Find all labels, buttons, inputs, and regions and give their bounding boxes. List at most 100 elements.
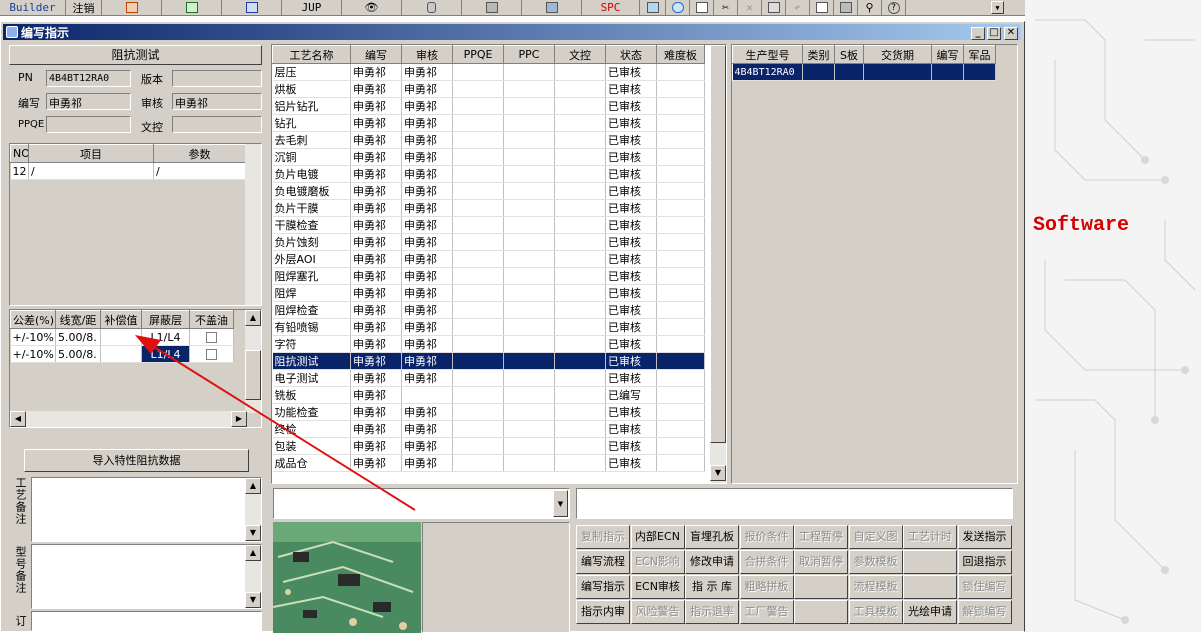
review-field[interactable]: 申勇祁 xyxy=(172,93,262,110)
action-button[interactable]: 指 示 库 xyxy=(685,575,739,599)
process-row[interactable]: 负片干膜 申勇祁 申勇祁 已审核 xyxy=(272,199,705,217)
model-remark-box[interactable]: ▲ ▼ xyxy=(31,544,262,609)
column-header[interactable]: 工艺名称 xyxy=(272,45,351,64)
action-button[interactable]: 发送指示 xyxy=(957,525,1012,549)
column-header[interactable]: S板 xyxy=(834,45,864,64)
impedance-grid[interactable]: 公差(%) 线宽/距 补偿值 屏蔽层 不盖油 +/-10% 5.00/8. L1/L4 +/-… xyxy=(9,309,262,428)
column-header[interactable]: 线宽/距 xyxy=(55,310,101,329)
process-row[interactable]: 层压 申勇祁 申勇祁 已审核 xyxy=(272,63,705,81)
access-button[interactable] xyxy=(102,0,162,16)
action-button[interactable]: 内部ECN xyxy=(630,525,685,549)
minimize-button[interactable]: _ xyxy=(971,27,985,40)
monitor-button[interactable] xyxy=(522,0,582,16)
column-header[interactable]: 状态 xyxy=(605,45,657,64)
action-button[interactable]: 报价条件 xyxy=(739,525,794,549)
process-row[interactable]: 钻孔 申勇祁 申勇祁 已审核 xyxy=(272,114,705,132)
action-button[interactable]: ECN审核 xyxy=(630,575,685,599)
action-button[interactable]: 修改申请 xyxy=(685,550,739,574)
process-row[interactable]: 负片电镀 申勇祁 申勇祁 已审核 xyxy=(272,165,705,183)
save-button[interactable] xyxy=(762,0,786,16)
action-button[interactable]: 光绘申请 xyxy=(903,600,957,624)
column-header[interactable]: 类别 xyxy=(802,45,835,64)
column-header[interactable]: 不盖油 xyxy=(189,310,234,329)
column-header[interactable]: 补偿值 xyxy=(100,310,142,329)
toolbar-dropdown[interactable]: ▼ xyxy=(906,0,1006,16)
process-row[interactable]: 去毛刺 申勇祁 申勇祁 已审核 xyxy=(272,131,705,149)
action-button[interactable]: 指示内审 xyxy=(576,600,630,624)
action-button[interactable] xyxy=(794,575,848,599)
column-header[interactable]: 交货期 xyxy=(863,45,932,64)
scroll-right-icon[interactable]: ▶ xyxy=(231,411,247,427)
process-row[interactable]: 负电镀磨板 申勇祁 申勇祁 已审核 xyxy=(272,182,705,200)
cut-button[interactable]: ✂ xyxy=(714,0,738,16)
action-button[interactable]: 取消暂停 xyxy=(794,550,848,574)
action-button[interactable]: 风险警告 xyxy=(630,600,685,624)
column-header[interactable]: 生产型号 xyxy=(732,45,803,64)
new-button[interactable] xyxy=(690,0,714,16)
column-header[interactable]: 屏蔽层 xyxy=(141,310,190,329)
scroll-up-icon[interactable]: ▲ xyxy=(245,310,261,326)
process-row[interactable]: 阻焊 申勇祁 申勇祁 已审核 xyxy=(272,284,705,302)
process-row[interactable]: 负片蚀刻 申勇祁 申勇祁 已审核 xyxy=(272,233,705,251)
process-row[interactable]: 干膜检查 申勇祁 申勇祁 已审核 xyxy=(272,216,705,234)
spc-button[interactable]: SPC xyxy=(582,0,640,16)
column-header[interactable]: 文控 xyxy=(554,45,606,64)
action-button[interactable]: ECN影响 xyxy=(630,550,685,574)
process-row[interactable]: 有铅喷锡 申勇祁 申勇祁 已审核 xyxy=(272,318,705,336)
preview-button[interactable] xyxy=(810,0,834,16)
covered-oil-cell[interactable] xyxy=(189,345,234,363)
scroll-thumb[interactable] xyxy=(710,45,726,443)
close-button[interactable]: ✕ xyxy=(1004,27,1018,40)
action-button[interactable]: 锁住编写 xyxy=(957,575,1012,599)
tree-button[interactable] xyxy=(640,0,666,16)
process-row[interactable]: 沉铜 申勇祁 申勇祁 已审核 xyxy=(272,148,705,166)
version-field[interactable] xyxy=(172,70,262,87)
undo-button[interactable]: ↶ xyxy=(786,0,810,16)
action-button[interactable] xyxy=(903,575,957,599)
process-row[interactable]: 铣板 申勇祁 已编写 xyxy=(272,386,705,404)
builder-button[interactable]: Builder xyxy=(0,0,66,16)
scroll-down-icon[interactable]: ▼ xyxy=(245,592,261,608)
column-header[interactable]: 编写 xyxy=(931,45,964,64)
writer-field[interactable]: 申勇祁 xyxy=(46,93,131,110)
action-button[interactable]: 指示退率 xyxy=(685,600,739,624)
checkbox[interactable] xyxy=(206,332,217,343)
covered-oil-cell[interactable] xyxy=(189,328,234,346)
table-row[interactable]: +/-10% 5.00/8. L1/L4 xyxy=(10,345,234,363)
column-header[interactable]: 编写 xyxy=(350,45,402,64)
view-button[interactable]: 👁 xyxy=(342,0,402,16)
process-row[interactable]: 成品仓 申勇祁 申勇祁 已审核 xyxy=(272,454,705,472)
model-remark-scrollbar[interactable]: ▲ ▼ xyxy=(245,545,261,608)
restore-button[interactable]: □ xyxy=(987,27,1001,40)
column-header[interactable]: 军品 xyxy=(963,45,996,64)
database-button[interactable] xyxy=(402,0,462,16)
action-button[interactable]: 合拼条件 xyxy=(739,550,794,574)
column-header[interactable]: 审核 xyxy=(401,45,453,64)
product-grid[interactable]: 生产型号 类别 S板 交货期 编写 军品 4B4BT12RA0 xyxy=(731,44,1018,484)
action-button[interactable]: 工程暂停 xyxy=(794,525,848,549)
action-button[interactable]: 编写流程 xyxy=(576,550,630,574)
process-row[interactable]: 阻焊检查 申勇祁 申勇祁 已审核 xyxy=(272,301,705,319)
help-button[interactable]: ? xyxy=(882,0,906,16)
column-header[interactable]: PPC xyxy=(503,45,555,64)
logout-button[interactable]: 注销 xyxy=(66,0,102,16)
process-row[interactable]: 铝片钻孔 申勇祁 申勇祁 已审核 xyxy=(272,97,705,115)
network-button[interactable] xyxy=(462,0,522,16)
product-row[interactable]: 4B4BT12RA0 xyxy=(732,63,996,81)
impedance-hscrollbar[interactable]: ◀ ▶ xyxy=(10,411,247,427)
close-doc-button[interactable]: ✕ xyxy=(738,0,762,16)
action-button[interactable]: 编写指示 xyxy=(576,575,630,599)
action-button[interactable]: 解锁编写 xyxy=(957,600,1012,624)
word-button[interactable] xyxy=(222,0,282,16)
action-button[interactable]: 参数模板 xyxy=(848,550,903,574)
instruction-input[interactable] xyxy=(576,488,1013,519)
scroll-thumb[interactable] xyxy=(245,350,261,400)
action-button[interactable]: 工艺计时 xyxy=(903,525,957,549)
column-header[interactable]: PPQE xyxy=(452,45,504,64)
process-scrollbar[interactable]: ▼ xyxy=(710,45,726,483)
action-button[interactable]: 工厂警告 xyxy=(739,600,794,624)
order-remark-box[interactable] xyxy=(31,611,262,631)
process-remark-box[interactable]: ▲ ▼ xyxy=(31,477,262,542)
table-row[interactable]: 12// xyxy=(10,162,246,180)
print-button[interactable] xyxy=(834,0,858,16)
